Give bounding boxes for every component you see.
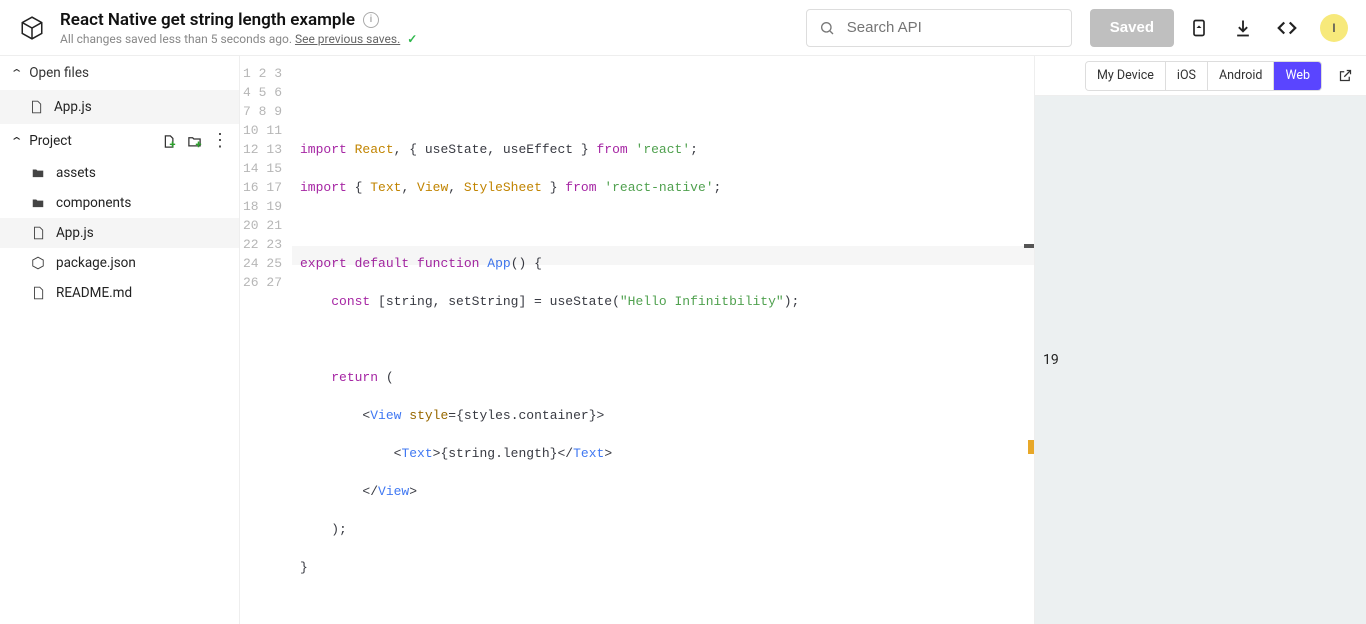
- sidebar: ⌃ Open files App.js ⌃ Project + + ⋮ asse…: [0, 56, 240, 624]
- info-icon[interactable]: i: [363, 12, 379, 28]
- snack-title[interactable]: React Native get string length example: [60, 10, 355, 30]
- search-box[interactable]: [806, 9, 1072, 47]
- search-input[interactable]: [847, 19, 1059, 36]
- preview-tab-android[interactable]: Android: [1208, 62, 1274, 90]
- active-line-highlight: [292, 246, 1034, 265]
- js-file-icon: [28, 99, 44, 115]
- check-icon: ✓: [407, 32, 417, 46]
- tree-item-assets[interactable]: assets: [0, 158, 239, 188]
- preview-tab-ios[interactable]: iOS: [1166, 62, 1208, 90]
- new-folder-icon[interactable]: +: [185, 132, 203, 150]
- user-avatar[interactable]: I: [1320, 14, 1348, 42]
- search-icon: [819, 20, 835, 36]
- tree-label: assets: [56, 165, 96, 181]
- previous-saves-link[interactable]: See previous saves.: [295, 32, 400, 46]
- tree-label: App.js: [56, 225, 94, 241]
- tree-label: package.json: [56, 255, 136, 271]
- tree-item-readme[interactable]: README.md: [0, 278, 239, 308]
- download-icon[interactable]: [1232, 17, 1254, 39]
- chevron-up-icon: ⌃: [10, 135, 24, 148]
- export-icon[interactable]: [1188, 17, 1210, 39]
- tree-item-package[interactable]: package.json: [0, 248, 239, 278]
- preview-tab-mydevice[interactable]: My Device: [1086, 62, 1166, 90]
- snack-logo[interactable]: [18, 14, 46, 42]
- open-file-label: App.js: [54, 99, 92, 115]
- project-label: Project: [29, 133, 72, 149]
- saved-text: All changes saved less than 5 seconds ag…: [60, 32, 292, 46]
- tree-item-components[interactable]: components: [0, 188, 239, 218]
- tree-item-appjs[interactable]: App.js: [0, 218, 239, 248]
- save-status: All changes saved less than 5 seconds ag…: [60, 32, 417, 46]
- code-area[interactable]: import React, { useState, useEffect } fr…: [292, 56, 1034, 624]
- package-icon: [30, 255, 46, 271]
- popout-icon[interactable]: [1336, 67, 1354, 85]
- warning-marker: [1028, 440, 1034, 454]
- preview-body: 19: [1035, 96, 1366, 624]
- embed-icon[interactable]: [1276, 17, 1298, 39]
- open-file-appjs[interactable]: App.js: [0, 90, 239, 124]
- project-section[interactable]: ⌃ Project + + ⋮: [0, 124, 239, 158]
- new-file-icon[interactable]: +: [159, 132, 177, 150]
- js-file-icon: [30, 225, 46, 241]
- md-file-icon: [30, 285, 46, 301]
- preview-tab-web[interactable]: Web: [1274, 62, 1321, 90]
- open-files-section[interactable]: ⌃ Open files: [0, 56, 239, 90]
- scroll-indicator: [1024, 244, 1034, 248]
- chevron-up-icon: ⌃: [10, 67, 24, 80]
- folder-icon: [30, 165, 46, 181]
- preview-tabs: My Device iOS Android Web: [1035, 56, 1366, 96]
- preview-output: 19: [1043, 352, 1059, 368]
- saved-button[interactable]: Saved: [1090, 9, 1174, 47]
- header: React Native get string length example i…: [0, 0, 1366, 56]
- line-gutter: 1 2 3 4 5 6 7 8 9 10 11 12 13 14 15 16 1…: [240, 56, 292, 624]
- tree-label: components: [56, 195, 131, 211]
- preview-panel: My Device iOS Android Web 19: [1034, 56, 1366, 624]
- folder-icon: [30, 195, 46, 211]
- kebab-icon[interactable]: ⋮: [211, 132, 229, 150]
- open-files-label: Open files: [29, 65, 89, 81]
- code-editor[interactable]: 1 2 3 4 5 6 7 8 9 10 11 12 13 14 15 16 1…: [240, 56, 1034, 624]
- tree-label: README.md: [56, 285, 132, 301]
